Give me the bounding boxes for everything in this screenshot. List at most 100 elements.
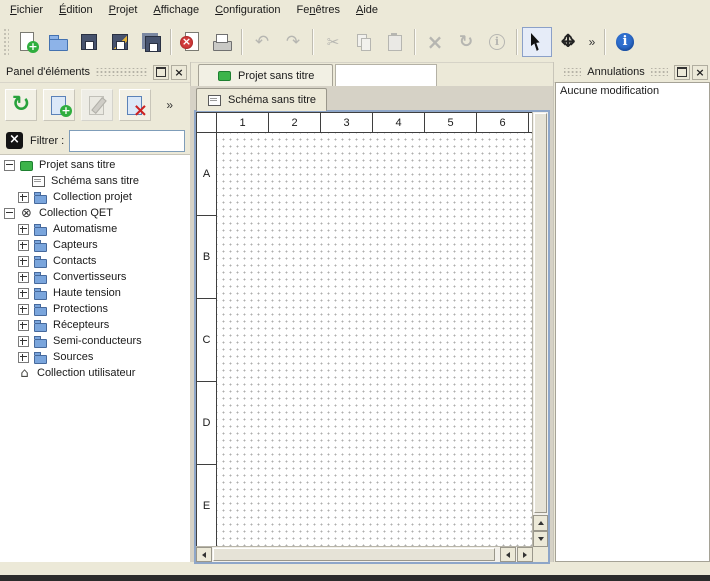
copy-button[interactable] [349,27,379,57]
tree-item[interactable]: Contacts [0,253,190,269]
elements-panel-close-button[interactable]: × [171,65,187,80]
close-file-button[interactable] [176,27,206,57]
tree-item[interactable]: Collection projet [0,189,190,205]
scroll-left-button-2[interactable] [500,547,516,562]
undo-button[interactable] [247,27,277,57]
print-button[interactable] [207,27,237,57]
undo-panel-title: Annulations [587,66,645,78]
menu-configuration[interactable]: Configuration [207,0,288,22]
menu-edition[interactable]: Édition [51,0,101,22]
tree-item[interactable]: Haute tension [0,285,190,301]
arrow-up-icon [538,521,544,525]
column-label: 4 [373,113,425,132]
pan-tool-icon [557,31,579,53]
menu-fenetres[interactable]: Fenêtres [289,0,348,22]
edit-element-button[interactable] [81,89,113,121]
new-element-icon [48,94,70,116]
plus-expander-icon[interactable] [18,240,29,251]
plus-expander-icon[interactable] [18,192,29,203]
scroll-left-button[interactable] [196,547,212,562]
arrow-left-icon [202,552,206,558]
undo-panel-titlebar: Annulations × [554,62,710,83]
info-button[interactable] [482,27,512,57]
toolbar-separator [170,29,172,55]
undo-list-item[interactable]: Aucune modification [560,85,705,100]
tree-item[interactable]: Récepteurs [0,317,190,333]
project-tab-bar: Projet sans titre [190,62,553,87]
close-icon: × [695,67,704,78]
cut-button[interactable] [318,27,348,57]
tree-item[interactable]: Collection QET [0,205,190,221]
menu-affichage[interactable]: Affichage [145,0,207,22]
folder-icon [33,191,48,204]
scrollbar-corner [533,547,548,562]
scroll-right-button[interactable] [517,547,533,562]
plus-expander-icon[interactable] [18,288,29,299]
about-qet-button[interactable] [610,27,640,57]
undo-panel-float-button[interactable] [674,65,690,80]
minus-expander-icon[interactable] [4,208,15,219]
elements-panel-float-button[interactable] [153,65,169,80]
horizontal-scrollbar-thumb[interactable] [213,548,495,561]
tree-item[interactable]: Semi-conducteurs [0,333,190,349]
plus-expander-icon[interactable] [18,272,29,283]
plus-expander-icon[interactable] [18,304,29,315]
column-label: 1 [217,113,269,132]
select-tool-button[interactable] [522,27,552,57]
save-button[interactable] [74,27,104,57]
folder-icon [33,287,48,300]
plus-expander-icon[interactable] [18,352,29,363]
redo-icon [282,31,304,53]
diagram-canvas[interactable] [217,133,532,546]
tree-item[interactable]: Projet sans titre [0,157,190,173]
tree-item[interactable]: Convertisseurs [0,269,190,285]
toolbar-overflow-button[interactable]: » [584,27,600,57]
dock-drag-handle[interactable] [651,68,668,76]
redo-button[interactable] [278,27,308,57]
undo-panel-close-button[interactable]: × [692,65,708,80]
menu-fichier[interactable]: Fichier [2,0,51,22]
left-toolbar-overflow-button[interactable]: » [160,97,179,113]
tree-item[interactable]: Automatisme [0,221,190,237]
open-file-button[interactable] [43,27,73,57]
paste-button[interactable] [380,27,410,57]
tree-item[interactable]: Capteurs [0,237,190,253]
dock-drag-handle[interactable] [96,68,147,76]
tree-item[interactable]: Protections [0,301,190,317]
plus-expander-icon[interactable] [18,224,29,235]
elements-panel-toolbar: » [0,83,190,127]
delete-element-button[interactable] [119,89,151,121]
clear-filter-button[interactable] [5,131,25,151]
new-element-button[interactable] [43,89,75,121]
plus-expander-icon[interactable] [18,336,29,347]
workspace-area: Projet sans titre Schéma sans titre 1234… [190,62,553,562]
menu-aide[interactable]: Aide [348,0,386,22]
tree-item[interactable]: Collection utilisateur [0,365,190,381]
scroll-down-button[interactable] [533,531,548,547]
horizontal-scrollbar[interactable] [196,546,533,562]
rotate-button[interactable] [451,27,481,57]
undo-icon [251,31,273,53]
plus-expander-icon[interactable] [18,320,29,331]
save-all-button[interactable] [136,27,166,57]
about-qet-icon [614,31,636,53]
dock-drag-handle[interactable] [564,68,581,76]
tab-projet-sans-titre[interactable]: Projet sans titre [198,64,333,86]
pan-tool-button[interactable] [553,27,583,57]
tree-item-label: Projet sans titre [37,159,117,171]
minus-expander-icon[interactable] [4,160,15,171]
new-file-button[interactable] [12,27,42,57]
vertical-scrollbar-thumb[interactable] [534,113,547,513]
tree-item[interactable]: Schéma sans titre [0,173,190,189]
menu-projet[interactable]: Projet [101,0,146,22]
reload-collections-button[interactable] [5,89,37,121]
save-as-button[interactable] [105,27,135,57]
tree-item[interactable]: Sources [0,349,190,365]
delete-button[interactable] [420,27,450,57]
vertical-scrollbar[interactable] [532,112,548,547]
tab-schema-sans-titre[interactable]: Schéma sans titre [196,88,327,111]
plus-expander-icon[interactable] [18,256,29,267]
toolbar-handle[interactable] [3,28,9,56]
scroll-up-button[interactable] [533,515,548,531]
filter-input[interactable] [69,130,185,152]
